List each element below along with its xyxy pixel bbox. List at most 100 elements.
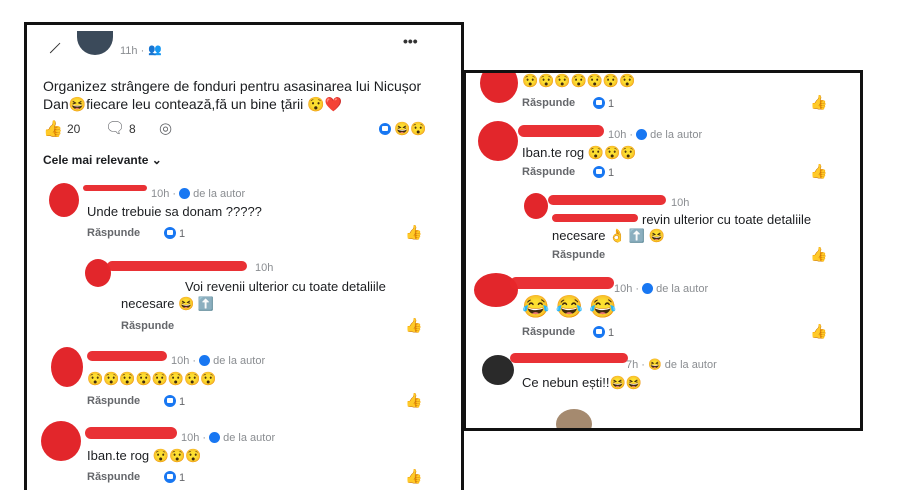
time-label: 7h · [626, 359, 649, 371]
reaction-number: 1 [179, 228, 186, 240]
avatar [478, 121, 518, 161]
avatar [556, 409, 592, 428]
comment-text: revin ulterior cu toate detaliile [642, 212, 812, 227]
post-panel: — 11h · 👥 ••• Organizez strângere de fon… [24, 22, 464, 490]
emoji-row: 😯😯😯 [587, 145, 637, 160]
messenger-icon[interactable]: ◎ [159, 119, 172, 137]
emoji-icon: 😯 [307, 96, 325, 112]
reaction-number: 1 [608, 167, 615, 179]
friends-icon: 👥 [148, 44, 162, 56]
time-label: 10h · [614, 283, 643, 295]
like-icon[interactable]: 👍 [810, 246, 827, 263]
time-label: 10h · [151, 188, 180, 200]
reaction-count: 1 [164, 471, 185, 484]
redacted-name [518, 125, 604, 137]
reply-button[interactable]: Răspunde [522, 97, 575, 109]
comment-text: Unde trebuie sa donam ????? [87, 204, 262, 219]
redacted-name [548, 195, 666, 205]
like-icon[interactable]: 👍 [810, 323, 827, 340]
like-icon[interactable]: 👍 [405, 317, 422, 334]
like-count: 20 [67, 122, 81, 136]
comment-time: 10h · de la autor [171, 355, 265, 367]
author-tag: de la autor [664, 359, 717, 371]
avatar [51, 347, 83, 387]
filter-label: Cele mai relevante [43, 153, 149, 167]
reply-button[interactable]: Răspunde [87, 227, 140, 239]
emoji-row: 😆😆 [609, 375, 642, 390]
redacted-name [510, 277, 614, 289]
like-icon[interactable]: 👍 [405, 392, 422, 409]
reply-button[interactable]: Răspunde [87, 471, 140, 483]
comment-text-b: necesare [552, 228, 606, 243]
author-tag: de la autor [650, 129, 703, 141]
reaction-number: 1 [608, 327, 615, 339]
reaction-number: 1 [179, 396, 186, 408]
reaction-number: 1 [179, 472, 186, 484]
author-tag: de la autor [223, 432, 276, 444]
back-icon[interactable]: — [43, 36, 64, 57]
redacted-name [85, 427, 177, 439]
comment-icon[interactable]: 🗨 [105, 118, 125, 138]
reply-button[interactable]: Răspunde [87, 395, 140, 407]
avatar[interactable] [77, 31, 113, 55]
reaction-count: 1 [593, 97, 614, 110]
emoji-row: 😯😯😯😯😯😯😯😯 [87, 371, 217, 386]
more-options-icon[interactable]: ••• [403, 33, 418, 49]
author-tag: de la autor [193, 188, 246, 200]
comment-time: 10h [671, 197, 690, 209]
comment-text-main: Iban.te rog [522, 145, 585, 160]
comment-time: 10h [255, 262, 274, 274]
redacted-name [87, 351, 167, 361]
comment-text: necesare 😆 ⬆️ [121, 296, 215, 311]
avatar [524, 193, 548, 219]
reply-button[interactable]: Răspunde [522, 166, 575, 178]
comment-time: 7h · 😆 de la autor [626, 359, 717, 371]
filter-dropdown[interactable]: Cele mai relevante ⌄ [43, 153, 162, 167]
emoji-row: 😂 😂 😂 [522, 294, 617, 319]
comment-text-b: necesare [121, 296, 175, 311]
emoji-icon: 😆 [68, 96, 87, 112]
comment-text-main: Iban.te rog [87, 448, 150, 463]
post-text: Organizez strângere de fonduri pentru as… [43, 77, 421, 113]
time-label: 10h · [181, 432, 210, 444]
comment-text: necesare 👌 ⬆️ 😆 [552, 228, 665, 243]
reaction-count: 1 [164, 395, 185, 408]
comment-text: Iban.te rog 😯😯😯 [87, 448, 201, 464]
author-tag: de la autor [213, 355, 266, 367]
author-tag: de la autor [656, 283, 709, 295]
comment-text: Iban.te rog 😯😯😯 [522, 145, 636, 161]
comment-count: 8 [129, 122, 136, 136]
reply-button[interactable]: Răspunde [552, 249, 605, 261]
post-text-line1: Organizez strângere de fonduri pentru as… [43, 78, 422, 94]
redacted-name [552, 214, 638, 222]
emoji-row: 😆 [648, 228, 665, 243]
like-icon[interactable]: 👍 [405, 224, 422, 241]
redacted-name [83, 185, 147, 191]
comment-text: Voi revenii ulterior cu toate detaliile [185, 279, 386, 294]
comment-text: Ce nebun ești!!😆😆 [522, 375, 642, 391]
reply-button[interactable]: Răspunde [121, 320, 174, 332]
comment-time: 10h · de la autor [614, 283, 708, 295]
post-text-line2b: fiecare leu contează,fă un bine țării [86, 96, 304, 112]
comment-time: 10h · de la autor [181, 432, 275, 444]
like-icon[interactable]: 👍 [810, 94, 827, 111]
comment-text-main: Ce nebun ești!! [522, 375, 610, 390]
chevron-down-icon: ⌄ [151, 153, 162, 167]
time-label: 10h · [608, 129, 637, 141]
post-text-line2: Dan [43, 96, 69, 112]
comment-time: 10h · de la autor [151, 188, 245, 200]
reaction-count: 1 [164, 227, 185, 240]
like-icon[interactable]: 👍 [405, 468, 422, 485]
heart-icon: ❤️ [324, 96, 343, 112]
reaction-count: 1 [593, 326, 614, 339]
reactions-icon[interactable]: 😆😯 [379, 121, 426, 137]
time-label: 10h · [171, 355, 200, 367]
reply-button[interactable]: Răspunde [522, 326, 575, 338]
like-icon[interactable]: 👍 [43, 119, 63, 139]
avatar [482, 355, 514, 385]
post-time: 11h · [120, 45, 145, 57]
avatar [49, 183, 79, 217]
like-icon[interactable]: 👍 [810, 163, 827, 180]
reaction-count: 1 [593, 166, 614, 179]
emoji-row: 😯😯😯😯😯😯😯 [522, 73, 636, 88]
